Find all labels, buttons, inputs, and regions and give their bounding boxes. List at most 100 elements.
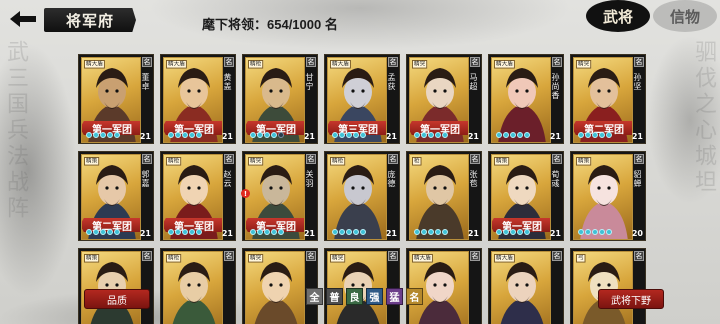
general-name: 甘宁 xyxy=(305,73,314,91)
star-dot xyxy=(168,132,174,138)
back-button[interactable] xyxy=(6,8,40,30)
quality-badge: 名 xyxy=(634,57,644,67)
star-dots xyxy=(86,132,120,138)
troop-type-tag: 精枪 xyxy=(166,254,182,263)
star-dot xyxy=(578,229,584,235)
star-dot xyxy=(196,132,202,138)
star-dot xyxy=(599,229,605,235)
star-dot xyxy=(278,229,284,235)
general-card[interactable]: 精突 名 xyxy=(324,248,400,324)
general-card[interactable]: 精策 名 貂蝉 20 xyxy=(570,151,646,241)
star-dot xyxy=(93,132,99,138)
star-dot xyxy=(86,229,92,235)
quality-sort-button[interactable]: 品质 xyxy=(84,289,150,309)
quality-filter-bar: 全普良强猛名 xyxy=(306,288,423,305)
general-portrait: 精突 第一军团 xyxy=(245,154,305,240)
general-portrait-art xyxy=(416,165,464,239)
star-dot xyxy=(271,132,277,138)
general-card[interactable]: 精大盾 名 xyxy=(488,248,564,324)
star-dot xyxy=(264,229,270,235)
quality-filter-button[interactable]: 强 xyxy=(366,288,383,305)
quality-filter-button[interactable]: 普 xyxy=(326,288,343,305)
quality-badge: 名 xyxy=(634,154,644,164)
general-card[interactable]: 弓 名 xyxy=(570,248,646,324)
general-name: 张苞 xyxy=(469,170,478,188)
star-dot xyxy=(524,229,530,235)
star-dot xyxy=(175,229,181,235)
general-level: 20 xyxy=(631,229,643,238)
quality-badge: 名 xyxy=(470,57,480,67)
general-card[interactable]: 枪 名 张苞 21 xyxy=(406,151,482,241)
general-card[interactable]: 精枪 名 庞德 21 xyxy=(324,151,400,241)
general-card[interactable]: 精突 名 xyxy=(242,248,318,324)
general-card[interactable]: 精大盾 第一军团 名 董卓 21 xyxy=(78,54,154,144)
star-dot xyxy=(107,229,113,235)
star-dot xyxy=(339,229,345,235)
quality-filter-button[interactable]: 全 xyxy=(306,288,323,305)
general-card[interactable]: 精策 第一军团 名 荀彧 21 xyxy=(488,151,564,241)
general-card[interactable]: 精枪 名 xyxy=(160,248,236,324)
quality-filter-button[interactable]: 猛 xyxy=(386,288,403,305)
quality-filter-button[interactable]: 名 xyxy=(406,288,423,305)
quality-badge: 名 xyxy=(388,57,398,67)
star-dot xyxy=(346,229,352,235)
star-dot xyxy=(250,229,256,235)
general-portrait: 精枪 第一军团 xyxy=(163,154,223,240)
quality-badge: 名 xyxy=(552,154,562,164)
general-level: 21 xyxy=(221,132,233,141)
general-name: 郭嘉 xyxy=(141,170,150,188)
general-portrait-art xyxy=(582,262,626,324)
general-portrait: 精大盾 第三军团 xyxy=(327,57,387,143)
troop-type-tag: 精大盾 xyxy=(494,254,515,263)
star-dot xyxy=(332,132,338,138)
general-card[interactable]: 精大盾 名 xyxy=(406,248,482,324)
general-card[interactable]: 精大盾 第一军团 名 黄盖 21 xyxy=(160,54,236,144)
general-portrait: 精大盾 第一军团 xyxy=(81,57,141,143)
star-dot xyxy=(510,229,516,235)
tab-generals[interactable]: 武将 xyxy=(586,0,650,32)
star-dot xyxy=(257,229,263,235)
star-dot xyxy=(592,229,598,235)
general-level: 21 xyxy=(467,132,479,141)
quality-filter-button[interactable]: 良 xyxy=(346,288,363,305)
troop-type-tag: 精枪 xyxy=(330,157,346,166)
troop-type-tag: 精策 xyxy=(494,157,510,166)
general-card[interactable]: 精策 第二军团 名 郭嘉 21 xyxy=(78,151,154,241)
troop-type-tag: 精突 xyxy=(576,60,592,69)
general-name: 孟获 xyxy=(387,73,396,91)
general-card[interactable]: 精突 第二军团 名 孙坚 21 xyxy=(570,54,646,144)
star-dot xyxy=(428,132,434,138)
quality-badge: 名 xyxy=(306,57,316,67)
general-card[interactable]: 精大盾 名 孙尚香 21 xyxy=(488,54,564,144)
star-dots xyxy=(168,132,202,138)
general-portrait-art xyxy=(254,262,298,324)
troop-type-tag: 精大盾 xyxy=(494,60,515,69)
general-card[interactable]: 精枪 第一军团 名 赵云 21 xyxy=(160,151,236,241)
general-card[interactable]: 精策 名 xyxy=(78,248,154,324)
general-portrait-art xyxy=(90,262,134,324)
general-card[interactable]: 精大盾 第三军团 名 孟获 21 xyxy=(324,54,400,144)
troop-type-tag: 精大盾 xyxy=(412,254,433,263)
quality-badge: 名 xyxy=(224,251,234,261)
star-dot xyxy=(503,229,509,235)
star-dot xyxy=(421,229,427,235)
star-dot xyxy=(606,229,612,235)
dismiss-general-button[interactable]: 武将下野 xyxy=(598,289,664,309)
general-card[interactable]: 精突 第一军团 名 关羽 21 xyxy=(242,151,318,241)
troop-type-tag: 精策 xyxy=(84,254,100,263)
general-name: 貂蝉 xyxy=(633,170,642,188)
star-dot xyxy=(353,132,359,138)
general-portrait: 精策 第一军团 xyxy=(491,154,551,240)
general-card[interactable]: 精枪 第一军团 名 甘宁 21 xyxy=(242,54,318,144)
star-dots xyxy=(332,132,366,138)
quality-badge: 名 xyxy=(224,57,234,67)
tab-tokens[interactable]: 信物 xyxy=(653,0,717,32)
general-portrait: 枪 xyxy=(409,154,469,240)
quality-badge: 名 xyxy=(470,251,480,261)
general-portrait-art xyxy=(172,262,216,324)
troop-type-tag: 精大盾 xyxy=(330,60,351,69)
star-dots xyxy=(168,229,202,235)
troop-type-tag: 精策 xyxy=(576,157,592,166)
star-dot xyxy=(606,132,612,138)
general-card[interactable]: 精突 第一军团 名 马超 21 xyxy=(406,54,482,144)
